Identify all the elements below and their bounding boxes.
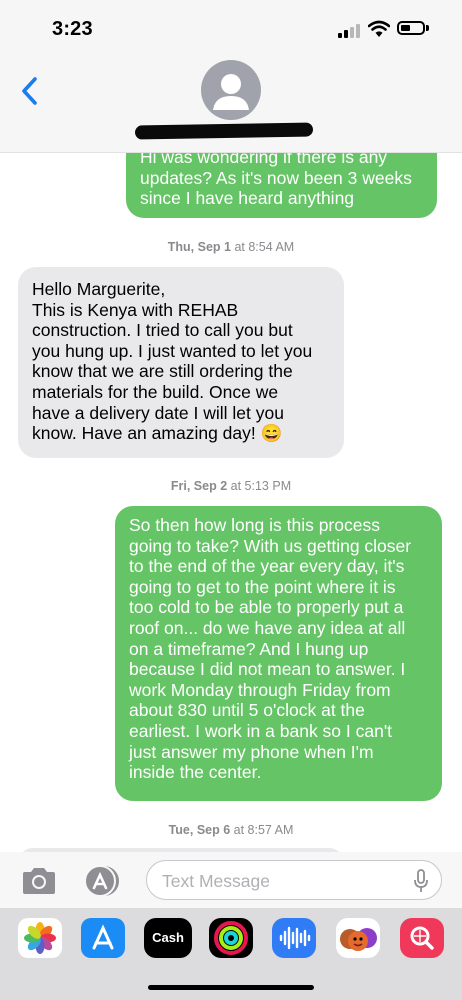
timestamp-day: Fri, Sep 2 — [170, 479, 228, 493]
timestamp-time: at 8:57 AM — [233, 823, 294, 837]
photos-app-icon[interactable] — [16, 914, 64, 962]
back-button-icon[interactable] — [16, 74, 44, 108]
sent-message-long[interactable]: So then how long is this process going t… — [115, 506, 442, 801]
received-message[interactable]: Hello Marguerite, This is Kenya with REH… — [18, 267, 344, 458]
images-search-icon[interactable] — [398, 914, 446, 962]
timestamp-sep1: Thu, Sep 1 at 8:54 AM — [0, 240, 462, 254]
timestamp-day: Thu, Sep 1 — [167, 240, 231, 254]
battery-tip — [426, 25, 429, 31]
wifi-icon — [368, 20, 390, 37]
timestamp-sep2: Fri, Sep 2 at 5:13 PM — [0, 479, 462, 493]
status-bar: 3:23 — [0, 0, 462, 60]
battery-icon — [397, 21, 425, 35]
home-indicator[interactable] — [148, 985, 314, 990]
timestamp-time: at 5:13 PM — [230, 479, 292, 493]
cellular-signal-icon — [338, 22, 360, 38]
timestamp-day: Tue, Sep 6 — [168, 823, 231, 837]
status-time: 3:23 — [52, 18, 93, 40]
header-overlay — [0, 60, 462, 152]
timestamp-time: at 8:54 AM — [234, 240, 295, 254]
app-store-apps-icon[interactable] — [82, 864, 124, 898]
audio-message-icon[interactable] — [270, 914, 318, 962]
camera-icon[interactable] — [20, 866, 58, 896]
message-input-bar: Text Message — [0, 852, 462, 908]
message-placeholder: Text Message — [162, 871, 270, 891]
message-text-field[interactable]: Text Message — [146, 860, 442, 900]
microphone-icon[interactable] — [413, 869, 429, 893]
activity-rings-icon[interactable] — [207, 914, 255, 962]
app-store-icon[interactable] — [79, 914, 127, 962]
name-redaction-bar — [134, 122, 314, 140]
person-icon — [213, 74, 249, 110]
timestamp-sep6: Tue, Sep 6 at 8:57 AM — [0, 823, 462, 837]
memoji-icon[interactable] — [334, 914, 382, 962]
apple-cash-icon[interactable]: Cash — [144, 914, 192, 962]
cash-label: Cash — [152, 930, 184, 945]
avatar-circle[interactable] — [201, 60, 261, 120]
